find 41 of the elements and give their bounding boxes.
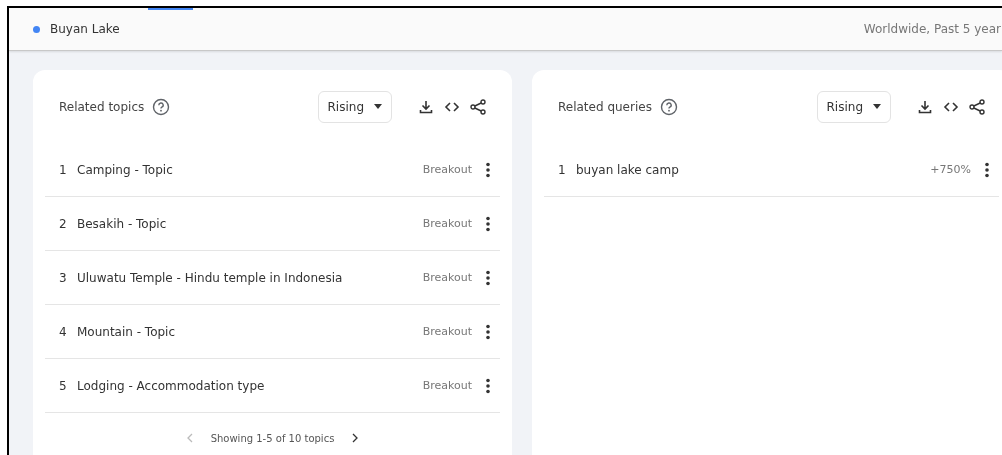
chevron-right-icon[interactable] [352,433,359,443]
rank-number: 5 [59,378,68,393]
row-label[interactable]: Camping - Topic [77,162,173,177]
more-icon[interactable] [486,377,490,394]
download-icon[interactable] [418,98,434,115]
filter-dropdown[interactable]: Rising [317,90,392,123]
more-icon[interactable] [486,269,490,286]
caret-icon [873,104,881,109]
more-icon[interactable] [486,323,490,340]
scope-label: Worldwide, Past 5 year [863,22,1001,36]
row-value: Breakout [422,325,472,338]
row-label[interactable]: Uluwatu Temple - Hindu temple in Indonesia [77,270,343,285]
rank-number: 3 [59,270,68,285]
caret-icon [374,104,382,109]
panel-title: Related queries [558,99,652,114]
row-value: Breakout [422,379,472,392]
row-label[interactable]: buyan lake camp [576,162,679,177]
download-icon[interactable] [917,98,933,115]
row-label[interactable]: Mountain - Topic [77,324,176,339]
rank-number: 1 [59,162,68,177]
rank-number: 4 [59,324,68,339]
share-icon[interactable] [969,98,985,115]
row-value: Breakout [422,163,472,176]
rank-number: 2 [59,216,68,231]
row-label[interactable]: Lodging - Accommodation type [77,378,265,393]
share-icon[interactable] [470,98,486,115]
more-icon[interactable] [486,161,490,178]
pagination-text: Showing 1-5 of 10 topics [210,432,335,444]
row-value: Breakout [422,217,472,230]
tab-indicator [148,8,193,10]
rank-number: 1 [558,162,567,177]
more-icon[interactable] [985,161,989,178]
filter-dropdown[interactable]: Rising [816,90,891,123]
row-value: Breakout [422,271,472,284]
panel-title: Related topics [59,99,145,114]
help-icon[interactable] [152,97,171,116]
more-icon[interactable] [486,215,490,232]
search-term: Buyan Lake [50,22,120,36]
help-icon[interactable] [659,97,678,116]
row-label[interactable]: Besakih - Topic [77,216,167,231]
row-value: +750% [930,163,971,176]
